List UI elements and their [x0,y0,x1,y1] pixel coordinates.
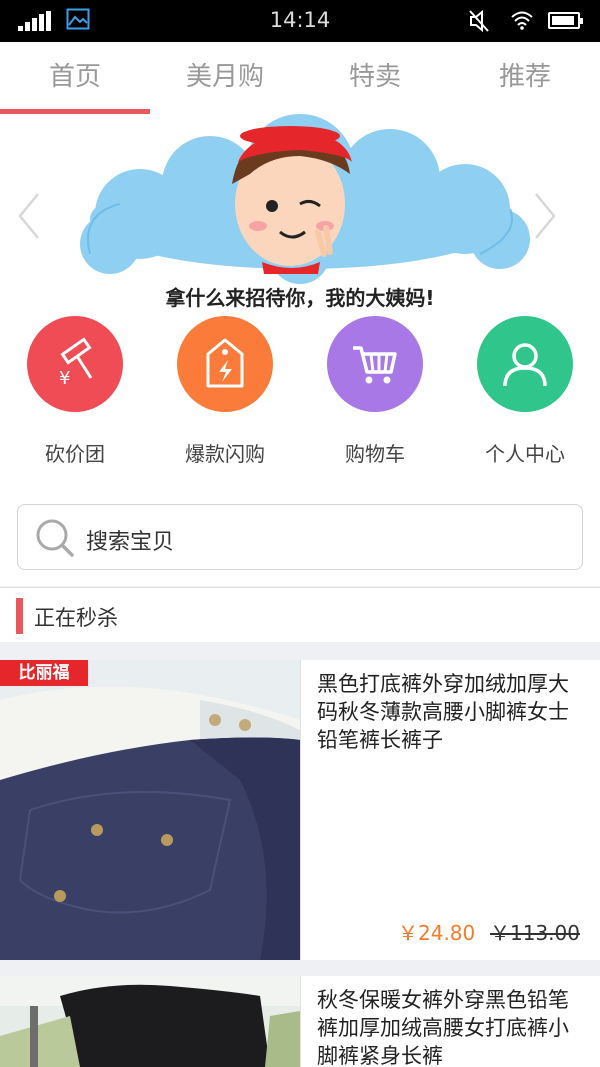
chevron-left-icon[interactable] [14,186,44,246]
status-bar: 14:14 [0,0,600,42]
flash-tag-icon [206,338,244,388]
nav-label: 爆款闪购 [185,442,265,466]
divider [300,976,301,1067]
tab-recommend[interactable]: 推荐 [450,42,600,114]
product-name[interactable]: 黑色打底裤外穿加绒加厚大码秋冬薄款高腰小脚裤女士铅笔裤长裤子 [317,670,583,754]
tab-home[interactable]: 首页 [0,42,150,114]
section-title: 正在秒杀 [34,606,118,630]
nav-bargain-group[interactable]: ¥ 砍价团 [0,316,150,467]
brand-badge: 比丽福 [0,660,88,686]
user-icon [503,343,547,387]
wifi-icon [511,11,533,30]
search-input[interactable]: 搜索宝贝 [17,504,583,570]
svg-text:¥: ¥ [59,368,70,389]
product-image[interactable]: 比丽福 [0,660,300,960]
product-name[interactable]: 秋冬保暖女裤外穿黑色铅笔裤加厚加绒高腰女打底裤小脚裤紧身长裤 [317,986,583,1067]
banner-caption: 拿什么来招待你，我的大姨妈! [165,286,435,310]
nav-label: 个人中心 [485,442,565,466]
cart-icon [353,346,397,384]
search-section: 搜索宝贝 [0,486,600,586]
search-placeholder: 搜索宝贝 [86,530,175,555]
nav-icon-circle: ¥ [27,316,123,412]
product-card[interactable]: 秋冬保暖女裤外穿黑色铅笔裤加厚加绒高腰女打底裤小脚裤紧身长裤 [0,976,600,1067]
tab-special-sale[interactable]: 特卖 [300,42,450,114]
nav-shopping-cart[interactable]: 购物车 [300,316,450,467]
tab-meiyuegou[interactable]: 美月购 [150,42,300,114]
section-accent-bar [16,598,23,634]
nav-icon-circle [477,316,573,412]
nav-hot-flash-sale[interactable]: 爆款闪购 [150,316,300,467]
banner-carousel[interactable]: 拿什么来招待你，我的大姨妈! [0,114,600,314]
nav-icon-circle [177,316,273,412]
chevron-right-icon[interactable] [530,186,560,246]
nav-personal-center[interactable]: 个人中心 [450,316,600,467]
nav-label: 砍价团 [45,442,105,466]
search-icon [36,519,74,557]
product-original-price: ￥113.00 [490,921,580,945]
nav-icon-circle [327,316,423,412]
divider [300,660,301,960]
product-price: ￥24.80 [398,921,476,945]
battery-icon [548,12,583,29]
product-card[interactable]: 比丽福 黑色打底裤外穿加绒加厚大码秋冬薄款高腰小脚裤女士铅笔裤长裤子 ￥24.8… [0,660,600,960]
feature-nav: ¥ 砍价团 爆款闪购 购物车 个人中心 [0,314,600,486]
product-image[interactable] [0,976,300,1067]
hammer-yuan-icon: ¥ [59,337,93,389]
top-tabs: 首页 美月购 特卖 推荐 [0,42,600,114]
nav-label: 购物车 [345,442,405,466]
mute-icon [469,9,489,33]
section-header: 正在秒杀 [0,587,600,642]
